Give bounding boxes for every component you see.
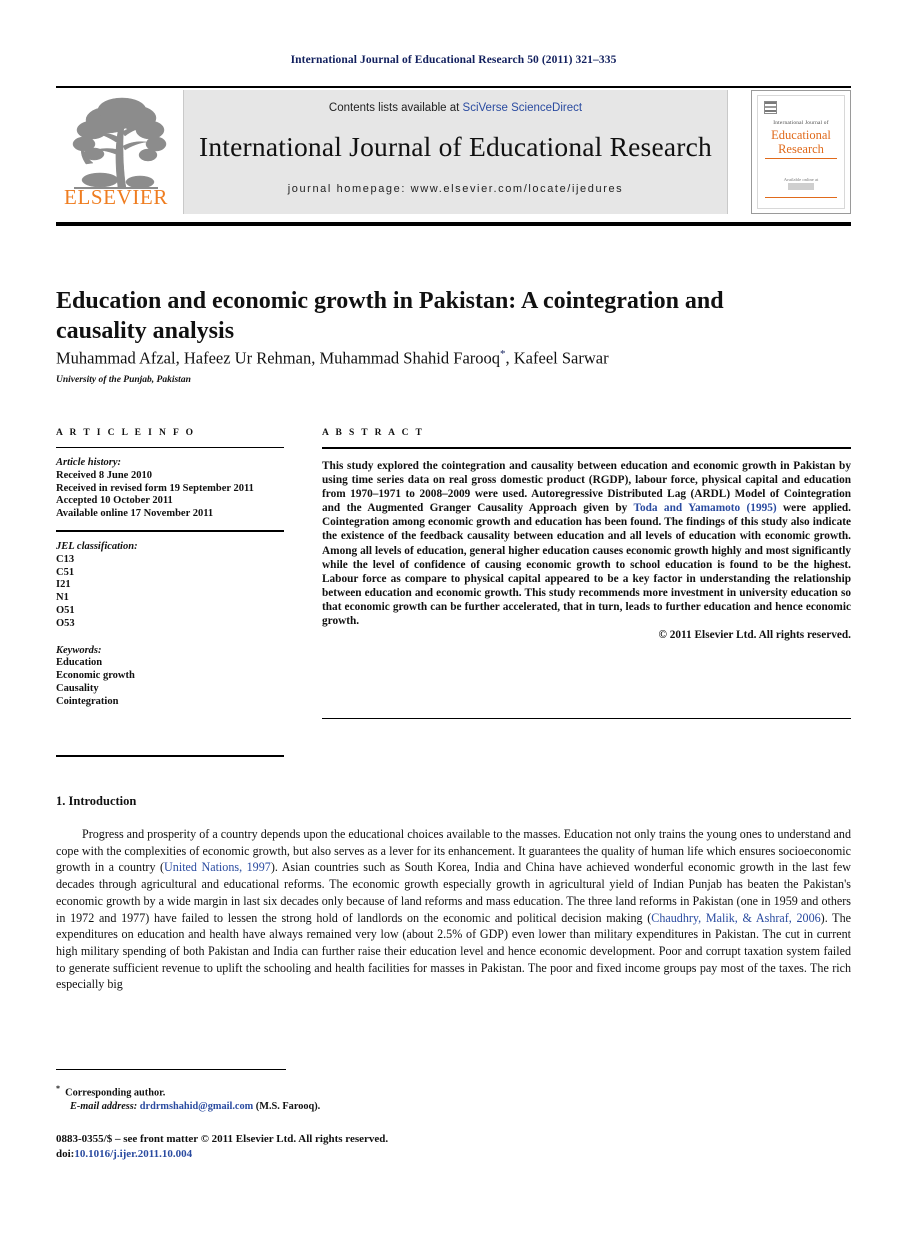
cover-title-line1: Educational <box>771 128 831 142</box>
jel-code: C51 <box>56 566 75 578</box>
author-names-tail: , Kafeel Sarwar <box>505 348 609 368</box>
jel-code: O53 <box>56 617 75 629</box>
elsevier-wordmark: ELSEVIER <box>64 185 168 209</box>
colophon: 0883-0355/$ – see front matter © 2011 El… <box>56 1132 656 1162</box>
section-heading-introduction: 1. Introduction <box>56 794 137 808</box>
doi-link[interactable]: 10.1016/j.ijer.2011.10.004 <box>74 1148 192 1160</box>
cover-rule-top <box>765 158 837 159</box>
abstract-column: A B S T R A C T This study explored the … <box>322 428 851 641</box>
body-paragraph: Progress and prosperity of a country dep… <box>56 826 851 993</box>
jel-code: O51 <box>56 604 75 616</box>
masthead-top-rule <box>56 86 851 88</box>
history-item: Received in revised form 19 September 20… <box>56 482 254 494</box>
keyword-item: Education <box>56 657 103 669</box>
affiliation: University of the Punjab, Pakistan <box>56 375 191 385</box>
article-info-column: A R T I C L E I N F O Article history: R… <box>56 428 284 709</box>
keyword-item: Causality <box>56 682 99 694</box>
journal-homepage-link[interactable]: journal homepage: www.elsevier.com/locat… <box>184 183 727 195</box>
jel-label: JEL classification: <box>56 540 138 552</box>
jel-code: C13 <box>56 553 75 565</box>
running-head: International Journal of Educational Res… <box>290 54 617 66</box>
cover-superline: International Journal of <box>773 120 829 126</box>
abstract-heading: A B S T R A C T <box>322 428 425 438</box>
cover-lower-caption: Available online at <box>758 177 844 190</box>
history-item: Received 8 June 2010 <box>56 469 152 481</box>
history-item: Available online 17 November 2011 <box>56 508 214 520</box>
keywords-block: Keywords: Education Economic growth Caus… <box>56 645 284 709</box>
contents-available-line: Contents lists available at SciVerse Sci… <box>184 102 727 114</box>
citation-chaudhry[interactable]: Chaudhry, Malik, & Ashraf, 2006 <box>651 911 820 925</box>
email-label: E-mail address: <box>70 1100 138 1112</box>
footnote-block: * Corresponding author. E-mail address: … <box>56 1082 556 1113</box>
email-note: E-mail address: drdrmshahid@gmail.com (M… <box>56 1100 556 1114</box>
jel-code: I21 <box>56 579 71 591</box>
jel-divider-rule <box>56 529 284 532</box>
footnote-star-marker: * <box>56 1084 60 1093</box>
cover-title-line2: Research <box>778 141 824 156</box>
abstract-copyright: © 2011 Elsevier Ltd. All rights reserved… <box>658 629 851 642</box>
doi-label: doi: <box>56 1148 75 1160</box>
email-link[interactable]: drdrmshahid@gmail.com <box>140 1101 253 1112</box>
journal-masthead: ELSEVIER Contents lists available at Sci… <box>56 86 851 218</box>
citation-toda-yamamoto[interactable]: Toda and Yamamoto (1995) <box>633 502 776 514</box>
keyword-item: Cointegration <box>56 695 119 707</box>
cover-title: Educational Research <box>758 128 844 156</box>
jel-classification-block: JEL classification: C13 C51 I21 N1 O51 O… <box>56 541 284 631</box>
elsevier-logo: ELSEVIER <box>56 92 176 212</box>
keyword-item: Economic growth <box>56 670 135 682</box>
issn-front-matter-line: 0883-0355/$ – see front matter © 2011 El… <box>56 1133 389 1145</box>
cover-inner-frame: International Journal of Educational Res… <box>757 95 845 209</box>
article-info-rule <box>56 447 284 448</box>
cover-elsevier-mark-icon <box>764 101 777 114</box>
page-title: Education and economic growth in Pakista… <box>56 288 724 345</box>
abstract-part-2: were applied. Cointegration among econom… <box>322 502 852 628</box>
article-history-label: Article history: <box>56 457 122 468</box>
article-info-heading: A R T I C L E I N F O <box>56 428 196 438</box>
author-list: Muhammad Afzal, Hafeez Ur Rehman, Muhamm… <box>56 348 851 369</box>
jel-code: N1 <box>56 592 69 604</box>
article-info-bottom-rule <box>56 755 284 757</box>
keywords-label: Keywords: <box>56 644 102 656</box>
journal-cover-thumbnail[interactable]: International Journal of Educational Res… <box>751 90 851 214</box>
author-names: Muhammad Afzal, Hafeez Ur Rehman, Muhamm… <box>56 348 501 368</box>
citation-united-nations[interactable]: United Nations, 1997 <box>164 860 271 874</box>
body-text: Progress and prosperity of a country dep… <box>56 826 851 993</box>
abstract-top-rule <box>322 447 851 449</box>
email-owner: (M.S. Farooq). <box>255 1100 321 1112</box>
cover-rule-bottom <box>765 197 837 198</box>
article-page: International Journal of Educational Res… <box>0 0 907 1238</box>
footnote-rule <box>56 1069 286 1070</box>
masthead-center-panel: Contents lists available at SciVerse Sci… <box>183 90 728 214</box>
cover-lower-logo-icon <box>788 183 814 190</box>
corresponding-author-note: * Corresponding author. <box>56 1082 556 1100</box>
contents-prefix-text: Contents lists available at <box>328 102 463 114</box>
cover-lower-caption-text: Available online at <box>783 177 819 182</box>
abstract-text: This study explored the cointegration an… <box>322 459 851 628</box>
history-item: Accepted 10 October 2011 <box>56 495 173 507</box>
abstract-bottom-rule <box>322 718 851 719</box>
corresponding-author-text: Corresponding author. <box>65 1087 166 1099</box>
journal-title: International Journal of Educational Res… <box>199 131 712 162</box>
article-history-block: Article history: Received 8 June 2010 Re… <box>56 457 284 521</box>
masthead-bottom-rule <box>56 222 851 226</box>
sciencedirect-link[interactable]: SciVerse ScienceDirect <box>463 102 583 114</box>
doi-line: doi:10.1016/j.ijer.2011.10.004 <box>56 1147 656 1162</box>
